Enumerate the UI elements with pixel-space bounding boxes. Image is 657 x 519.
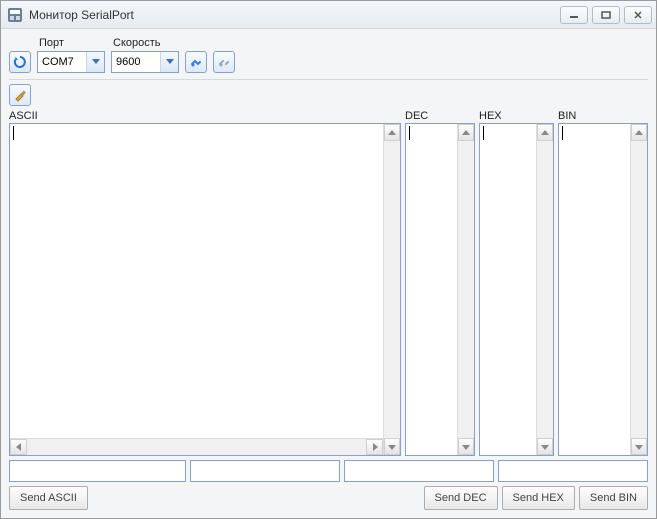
minimize-button[interactable] <box>560 6 588 24</box>
hex-content <box>480 124 536 455</box>
send-ascii-button[interactable]: Send ASCII <box>9 486 88 510</box>
scroll-up-icon[interactable] <box>537 124 553 141</box>
bin-content <box>559 124 630 455</box>
bin-input[interactable] <box>498 460 648 482</box>
hex-vscroll[interactable] <box>536 124 553 455</box>
ascii-vscroll[interactable] <box>383 124 400 455</box>
speed-value: 9600 <box>112 56 160 68</box>
port-value: COM7 <box>38 56 86 68</box>
app-window: Монитор SerialPort Порт <box>0 0 657 519</box>
chevron-down-icon[interactable] <box>160 52 178 72</box>
send-bin-button[interactable]: Send BIN <box>579 486 648 510</box>
bin-display[interactable] <box>558 123 648 456</box>
window-title: Монитор SerialPort <box>29 8 560 22</box>
hex-display[interactable] <box>479 123 554 456</box>
dec-vscroll[interactable] <box>457 124 474 455</box>
spacer <box>92 486 420 510</box>
toolbar-clear <box>9 80 648 110</box>
hex-input[interactable] <box>344 460 494 482</box>
speed-label: Скорость <box>111 37 179 49</box>
input-row <box>9 460 648 482</box>
close-button[interactable] <box>624 6 652 24</box>
dec-content <box>406 124 457 455</box>
ascii-content <box>10 124 383 438</box>
disconnect-button[interactable] <box>213 51 235 73</box>
port-field: Порт COM7 <box>37 37 105 73</box>
display-columns: ASCII DEC <box>9 110 648 456</box>
ascii-input[interactable] <box>9 460 186 482</box>
dec-header: DEC <box>405 110 475 123</box>
send-button-row: Send ASCII Send DEC Send HEX Send BIN <box>9 486 648 510</box>
send-hex-button[interactable]: Send HEX <box>502 486 575 510</box>
titlebar: Монитор SerialPort <box>1 1 656 29</box>
scroll-left-icon[interactable] <box>10 439 27 455</box>
scroll-down-icon[interactable] <box>458 438 474 455</box>
ascii-column: ASCII <box>9 110 401 456</box>
speed-field: Скорость 9600 <box>111 37 179 73</box>
app-icon <box>7 7 23 23</box>
ascii-display[interactable] <box>9 123 401 456</box>
speed-combo[interactable]: 9600 <box>111 51 179 73</box>
bin-vscroll[interactable] <box>630 124 647 455</box>
ascii-hscroll[interactable] <box>10 438 383 455</box>
maximize-button[interactable] <box>592 6 620 24</box>
scroll-right-icon[interactable] <box>366 439 383 455</box>
scroll-up-icon[interactable] <box>384 124 400 141</box>
window-controls <box>560 6 652 24</box>
clear-button[interactable] <box>9 84 31 106</box>
send-dec-button[interactable]: Send DEC <box>424 486 498 510</box>
scroll-up-icon[interactable] <box>631 124 647 141</box>
scroll-down-icon[interactable] <box>631 438 647 455</box>
bin-header: BIN <box>558 110 648 123</box>
hex-column: HEX <box>479 110 554 456</box>
client-area: Порт COM7 Скорость 9600 <box>1 29 656 518</box>
scroll-down-icon[interactable] <box>537 438 553 455</box>
refresh-button[interactable] <box>9 51 31 73</box>
dec-display[interactable] <box>405 123 475 456</box>
dec-column: DEC <box>405 110 475 456</box>
port-label: Порт <box>37 37 105 49</box>
toolbar-connection: Порт COM7 Скорость 9600 <box>9 37 648 80</box>
chevron-down-icon[interactable] <box>86 52 104 72</box>
scroll-down-icon[interactable] <box>384 438 400 455</box>
hex-header: HEX <box>479 110 554 123</box>
port-combo[interactable]: COM7 <box>37 51 105 73</box>
scroll-up-icon[interactable] <box>458 124 474 141</box>
dec-input[interactable] <box>190 460 340 482</box>
ascii-header: ASCII <box>9 110 401 123</box>
bin-column: BIN <box>558 110 648 456</box>
connect-button[interactable] <box>185 51 207 73</box>
